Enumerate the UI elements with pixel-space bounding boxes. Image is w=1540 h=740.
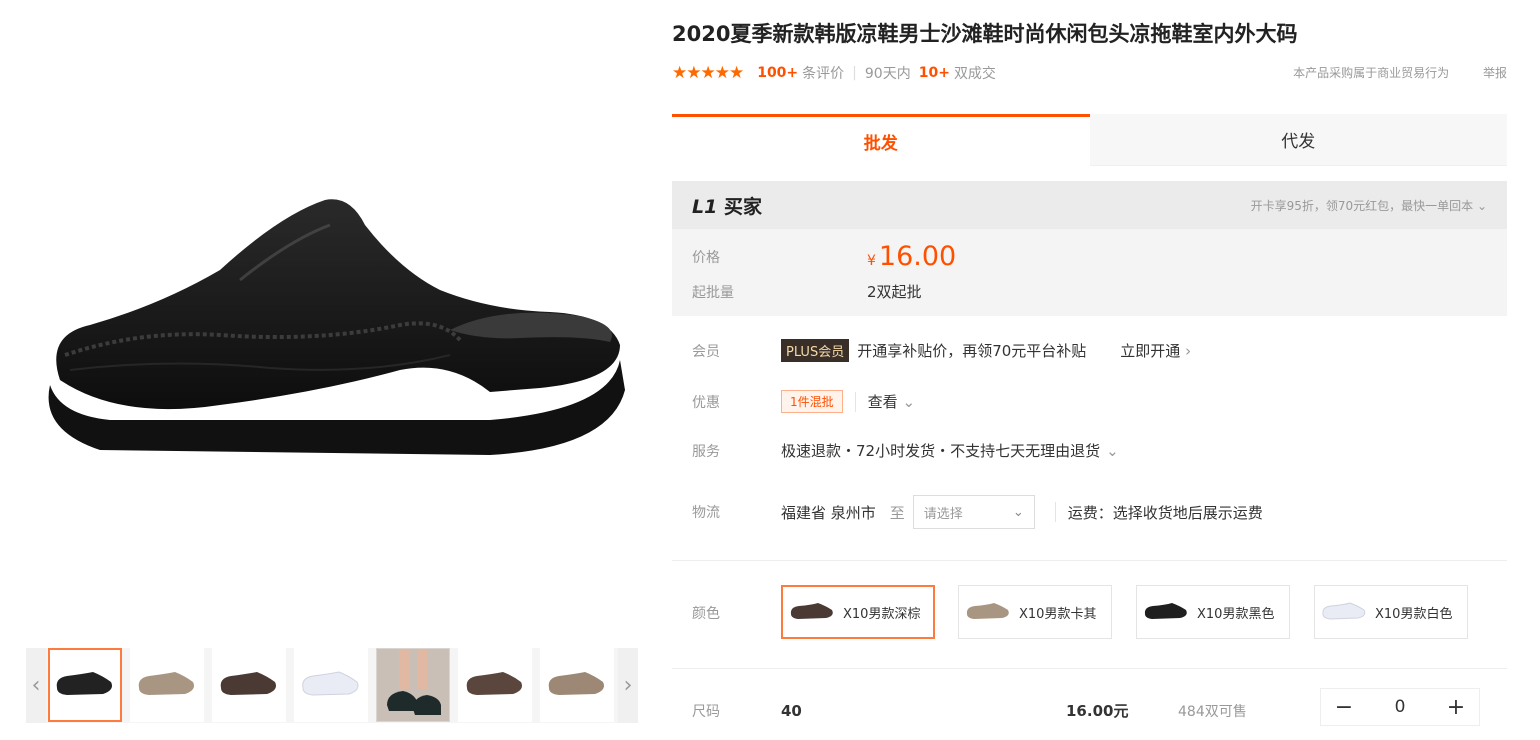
thumbnail-1[interactable] [48, 648, 122, 722]
promo-divider [854, 391, 856, 412]
plus-member-badge: PLUS会员 [781, 339, 850, 362]
buyer-level-bar: L1 买家 开卡享95折，领70元红包，最快一单回本 ⌄ [672, 181, 1507, 229]
size-value: 40 [781, 701, 802, 720]
plus-icon[interactable]: + [1445, 695, 1467, 720]
product-title: 2020夏季新款韩版凉鞋男士沙滩鞋时尚休闲包头凉拖鞋室内外大码 [672, 22, 1298, 46]
size-row: 尺码 40 16.00元 484双可售 [692, 700, 1247, 721]
thumbnail-7[interactable] [540, 648, 614, 722]
logistics-divider [1054, 502, 1056, 522]
review-count[interactable]: 100+ [757, 65, 798, 81]
rating-divider: | [852, 65, 857, 81]
moq-value: 2双起批 [867, 283, 922, 301]
promo-view-label: 查看 [867, 393, 898, 411]
swatch-shoe-icon [966, 603, 1009, 619]
price-row: 价格 ¥16.00 [692, 241, 956, 272]
period-label: 90天内 [864, 66, 911, 82]
price-box: L1 买家 开卡享95折，领70元红包，最快一单回本 ⌄ 价格 ¥16.00 起… [672, 181, 1507, 316]
chevron-down-icon: ⌄ [1012, 504, 1024, 520]
destination-placeholder: 请选择 [923, 506, 963, 522]
member-text: 开通享补贴价，再领70元平台补贴 [857, 342, 1087, 360]
promo-row: 优惠 1件混批 查看 ⌄ [692, 390, 915, 413]
main-product-image[interactable] [20, 130, 640, 530]
chevron-down-icon: ⌄ [1106, 441, 1119, 460]
color-option-white[interactable]: X10男款白色 [1314, 585, 1468, 639]
section-divider [672, 560, 1507, 561]
service-text[interactable]: 极速退款・72小时发货・不支持七天无理由退货 [781, 440, 1100, 461]
deal-label: 双成交 [953, 66, 996, 82]
product-info-panel: 2020夏季新款韩版凉鞋男士沙滩鞋时尚休闲包头凉拖鞋室内外大码 ★★★★★ 10… [672, 0, 1507, 740]
size-price: 16.00元 [1066, 702, 1129, 720]
star-rating-icon: ★★★★★ [672, 63, 744, 83]
logistics-to: 至 [889, 503, 905, 522]
chevron-right-icon[interactable]: › [618, 648, 638, 723]
color-option-khaki[interactable]: X10男款卡其 [958, 585, 1112, 639]
promo-badge: 1件混批 [781, 390, 843, 413]
size-stock: 484双可售 [1178, 703, 1247, 720]
color-row: 颜色 [692, 603, 781, 623]
service-label: 服务 [692, 443, 720, 460]
member-label: 会员 [692, 343, 720, 360]
buyer-level-code: L1 [692, 195, 718, 218]
color-option-label: X10男款卡其 [1019, 606, 1097, 622]
mode-tabs: 批发 代发 [672, 114, 1507, 166]
logistics-row: 物流 福建省 泉州市 至 请选择 ⌄ 运费：选择收货地后展示运费 [692, 495, 1263, 529]
buyer-level: L1 买家 [692, 192, 762, 219]
activate-member-label: 立即开通 [1120, 342, 1181, 360]
section-divider [672, 668, 1507, 669]
color-label: 颜色 [692, 606, 720, 622]
shipping-fee-text: 运费：选择收货地后展示运费 [1067, 503, 1263, 522]
destination-select[interactable]: 请选择 ⌄ [912, 495, 1035, 529]
promo-label: 优惠 [692, 394, 720, 411]
rating-row: ★★★★★ 100+ 条评价 | 90天内 10+ 双成交 本产品采购属于商业贸… [672, 62, 1507, 84]
product-gallery: ‹ › [0, 0, 650, 740]
moq-row: 起批量 2双起批 [692, 281, 922, 302]
rating-right-group: 本产品采购属于商业贸易行为 举报 [1263, 64, 1507, 81]
currency-symbol: ¥ [867, 253, 876, 269]
thumbnail-3[interactable] [212, 648, 286, 722]
thumbnail-strip: ‹ › [26, 648, 638, 723]
report-link[interactable]: 举报 [1483, 66, 1507, 80]
thumbnail-2[interactable] [130, 648, 204, 722]
price-label: 价格 [692, 249, 720, 266]
color-option-label: X10男款深棕 [843, 606, 921, 622]
logistics-origin: 福建省 泉州市 [781, 503, 876, 522]
thumbnail-4[interactable] [294, 648, 368, 722]
color-option-label: X10男款白色 [1375, 606, 1453, 622]
thumbnail-5[interactable] [376, 648, 450, 722]
member-row: 会员 PLUS会员 开通享补贴价，再领70元平台补贴 立即开通 › [692, 339, 1191, 362]
tab-dropship[interactable]: 代发 [1089, 114, 1507, 166]
thumbnail-6[interactable] [458, 648, 532, 722]
promo-view-link[interactable]: 查看 ⌄ [868, 391, 915, 412]
swatch-shoe-icon [790, 603, 833, 619]
chevron-down-icon: ⌄ [1476, 198, 1487, 213]
buyer-level-label: 买家 [723, 195, 762, 218]
moq-label: 起批量 [692, 284, 734, 301]
buyer-benefits[interactable]: 开卡享95折，领70元红包，最快一单回本 ⌄ [1251, 197, 1487, 214]
quantity-stepper: − 0 + [1320, 688, 1480, 726]
minus-icon[interactable]: − [1333, 695, 1355, 720]
price-amount: 16.00 [878, 241, 957, 272]
quantity-value[interactable]: 0 [1395, 697, 1406, 717]
chevron-right-icon: › [1185, 342, 1192, 360]
color-option-dark-brown[interactable]: X10男款深棕 [781, 585, 935, 639]
chevron-left-icon[interactable]: ‹ [26, 648, 46, 723]
review-label[interactable]: 条评价 [802, 63, 844, 83]
activate-member-link[interactable]: 立即开通 › [1120, 340, 1191, 361]
tab-wholesale[interactable]: 批发 [672, 114, 1090, 166]
chevron-down-icon: ⌄ [902, 393, 916, 411]
swatch-shoe-icon [1144, 603, 1187, 619]
purchase-note: 本产品采购属于商业贸易行为 [1293, 66, 1450, 80]
logistics-label: 物流 [692, 505, 720, 521]
price-value: ¥16.00 [867, 241, 956, 272]
size-label: 尺码 [692, 703, 720, 720]
service-row: 服务 极速退款・72小时发货・不支持七天无理由退货 ⌄ [692, 440, 1119, 461]
swatch-shoe-icon [1322, 602, 1366, 620]
color-option-black[interactable]: X10男款黑色 [1136, 585, 1290, 639]
buyer-benefits-text: 开卡享95折，领70元红包，最快一单回本 [1250, 198, 1474, 213]
deal-count: 10+ [918, 65, 950, 81]
color-option-label: X10男款黑色 [1197, 606, 1275, 622]
